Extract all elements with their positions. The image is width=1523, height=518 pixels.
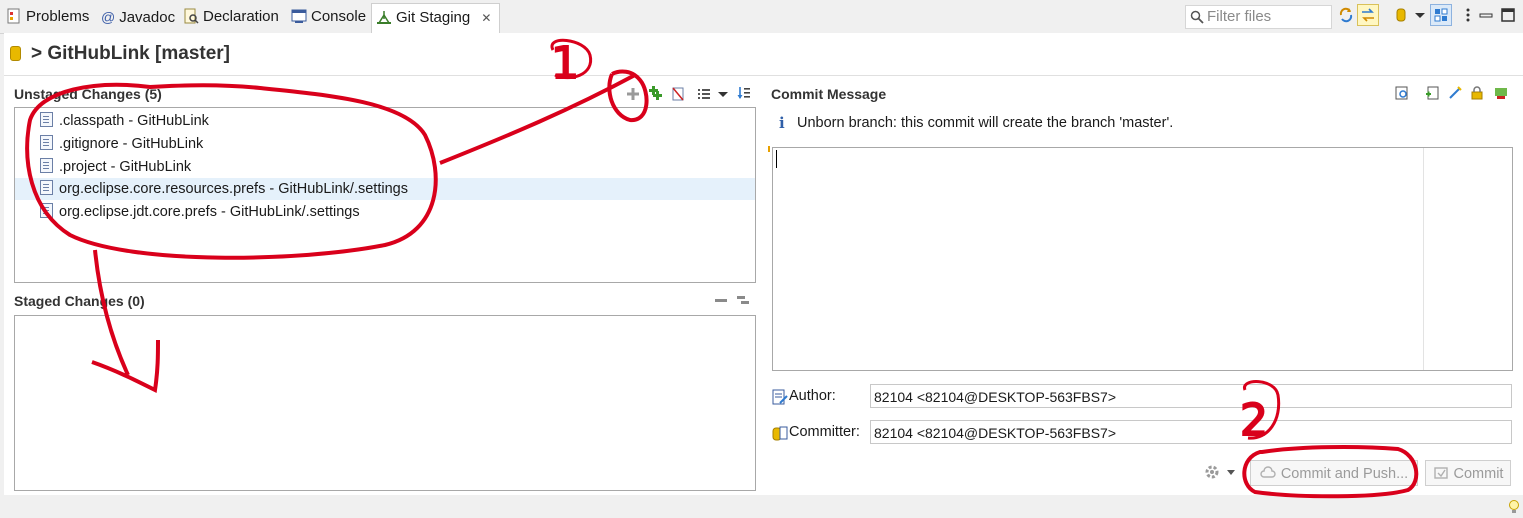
- annotation-number-1: 1: [551, 38, 579, 89]
- annotation-circle-commit-push: [1242, 445, 1419, 499]
- annotation-arrow-to-staged: [439, 73, 636, 165]
- annotation-arrow-down: [91, 249, 160, 394]
- annotation-circle-files: [25, 82, 438, 260]
- annotation-overlay: 1 2: [25, 37, 1419, 499]
